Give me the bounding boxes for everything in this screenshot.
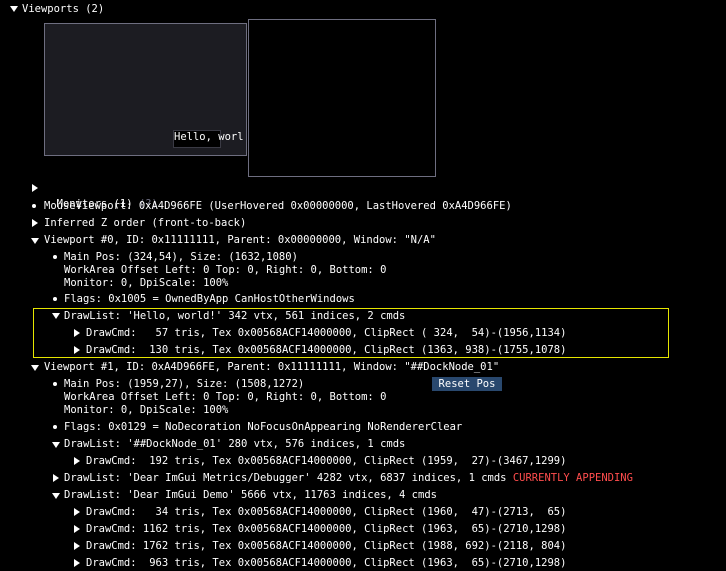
drawcmd-row[interactable]: DrawCmd: 1162 tris, Tex 0x00568ACF140000… [86,521,566,537]
expand-arrow-icon[interactable] [53,474,59,482]
appending-status: CURRENTLY APPENDING [512,472,633,484]
monitors-node[interactable]: Monitors (1) (?) [44,180,158,210]
viewport-1-monitor: Monitor: 0, DpiScale: 100% [64,404,229,416]
expand-arrow-icon[interactable] [74,525,80,533]
drawcmd-row[interactable]: DrawCmd: 57 tris, Tex 0x00568ACF14000000… [86,325,566,341]
viewports-header[interactable]: Viewports (2) [22,1,104,17]
expand-arrow-icon[interactable] [74,559,80,567]
viewport-1-drawlist-docknode[interactable]: DrawList: '##DockNode_01' 280 vtx, 576 i… [64,436,405,452]
drawcmd-row[interactable]: DrawCmd: 130 tris, Tex 0x00568ACF1400000… [86,342,566,358]
inferred-z-node[interactable]: Inferred Z order (front-to-back) [44,215,246,231]
drawcmd-row[interactable]: DrawCmd: 1762 tris, Tex 0x00568ACF140000… [86,538,566,554]
collapse-arrow-icon[interactable] [31,238,39,244]
expand-arrow-icon[interactable] [74,542,80,550]
viewport-1-flags: Flags: 0x0129 = NoDecoration NoFocusOnAp… [64,421,463,433]
bullet-icon [32,204,36,208]
drawcmd-row[interactable]: DrawCmd: 192 tris, Tex 0x00568ACF1400000… [86,453,566,469]
viewport-1-node[interactable]: Viewport #1, ID: 0xA4D966FE, Parent: 0x1… [44,359,499,375]
viewport-0-flags: Flags: 0x1005 = OwnedByApp CanHostOtherW… [64,293,355,305]
viewport-0-monitor: Monitor: 0, DpiScale: 100% [64,277,229,289]
hello-window-text: Hello, worl [174,131,244,143]
collapse-arrow-icon[interactable] [52,493,60,499]
collapse-arrow-icon[interactable] [52,442,60,448]
expand-arrow-icon[interactable] [74,329,80,337]
drawcmd-row[interactable]: DrawCmd: 34 tris, Tex 0x00568ACF14000000… [86,504,566,520]
expand-arrow-icon[interactable] [32,184,38,192]
viewport-1-drawlist-demo[interactable]: DrawList: 'Dear ImGui Demo' 5666 vtx, 11… [64,487,437,503]
bullet-icon [53,425,57,429]
expand-arrow-icon[interactable] [32,219,38,227]
collapse-arrow-icon[interactable] [10,6,18,12]
bullet-icon [53,382,57,386]
collapse-arrow-icon[interactable] [52,313,60,319]
mouse-viewport-text: MouseViewport: 0xA4D966FE (UserHovered 0… [44,200,512,212]
bullet-icon [53,255,57,259]
viewport-1-drawlist-metrics[interactable]: DrawList: 'Dear ImGui Metrics/Debugger' … [64,470,633,486]
viewport-0-drawlist[interactable]: DrawList: 'Hello, world!' 342 vtx, 561 i… [64,308,405,324]
bullet-icon [53,297,57,301]
expand-arrow-icon[interactable] [74,457,80,465]
reset-pos-button[interactable]: Reset Pos [432,377,502,391]
collapse-arrow-icon[interactable] [31,365,39,371]
drawcmd-row[interactable]: DrawCmd: 963 tris, Tex 0x00568ACF1400000… [86,555,566,571]
expand-arrow-icon[interactable] [74,346,80,354]
viewport-preview-1 [248,19,436,177]
expand-arrow-icon[interactable] [74,508,80,516]
viewport-0-node[interactable]: Viewport #0, ID: 0x11111111, Parent: 0x0… [44,232,436,248]
drawlist-metrics-label: DrawList: 'Dear ImGui Metrics/Debugger' … [64,472,507,484]
